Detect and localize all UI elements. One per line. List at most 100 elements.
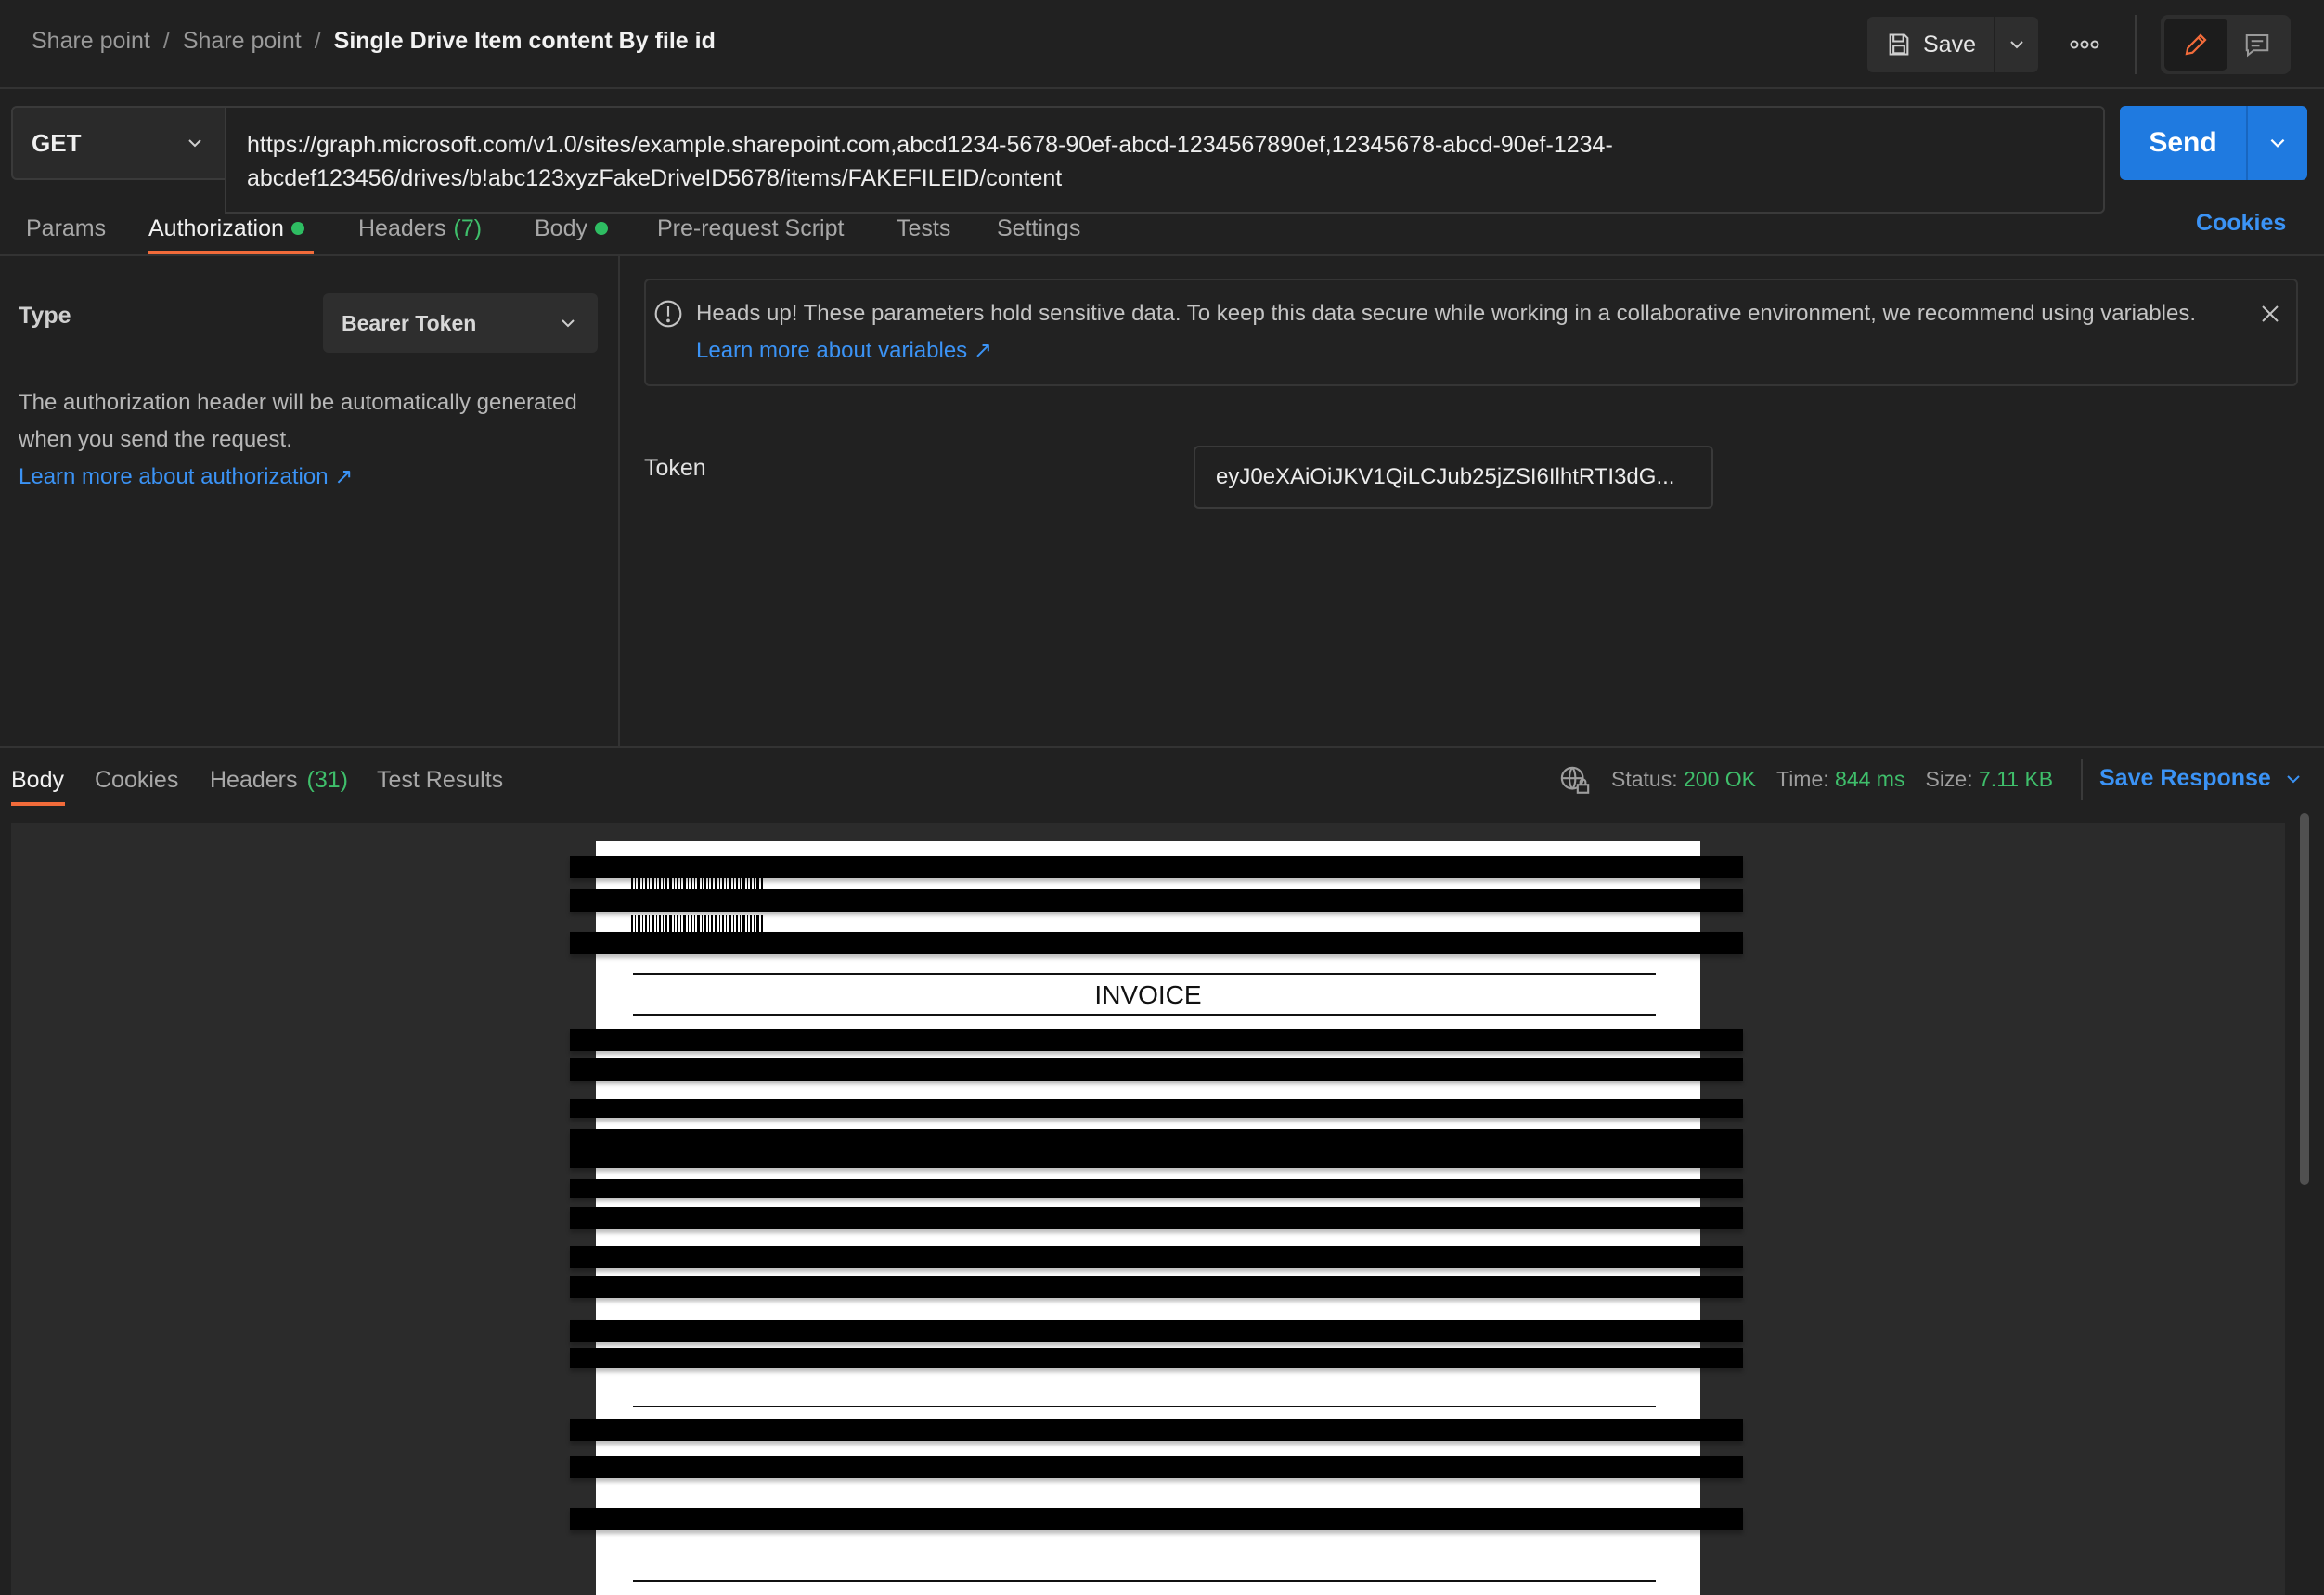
toolbar-divider <box>2135 15 2137 74</box>
size-value: 7.11 KB <box>1979 767 2054 791</box>
barcode-image <box>631 915 763 934</box>
breadcrumb: Share point / Share point / Single Drive… <box>32 28 716 55</box>
status-meta[interactable]: Status: 200 OK <box>1611 767 1756 792</box>
breadcrumb-item-workspace[interactable]: Share point <box>32 28 150 55</box>
tab-label: Test Results <box>377 767 504 793</box>
learn-more-variables-link[interactable]: Learn more about variables ↗ <box>696 338 992 363</box>
tab-body[interactable]: Body <box>535 210 608 247</box>
size-meta[interactable]: Size: 7.11 KB <box>1925 767 2053 792</box>
chevron-down-icon <box>559 314 577 332</box>
redaction-bar <box>570 1058 1743 1081</box>
auth-type-label: Type <box>19 303 71 329</box>
send-button[interactable]: Send <box>2120 106 2246 180</box>
response-tab-body[interactable]: Body <box>11 767 64 794</box>
cookies-link[interactable]: Cookies <box>2196 210 2286 237</box>
response-tab-headers[interactable]: Headers (31) <box>210 767 348 794</box>
redaction-bar <box>570 1099 1743 1118</box>
request-name[interactable]: Single Drive Item content By file id <box>334 28 716 55</box>
tab-label: Body <box>535 214 587 241</box>
send-button-group: Send <box>2120 106 2307 180</box>
active-tab-underline <box>11 802 65 806</box>
redaction-bar <box>570 1246 1743 1268</box>
warning-text: Heads up! These parameters hold sensitiv… <box>696 295 2227 370</box>
active-indicator-dot <box>290 222 304 235</box>
send-dropdown-button[interactable] <box>2246 106 2307 180</box>
save-response-button[interactable]: Save Response <box>2099 765 2303 792</box>
save-button[interactable]: Save <box>1867 17 1994 72</box>
warning-message: Heads up! These parameters hold sensitiv… <box>696 301 2196 326</box>
save-icon <box>1886 32 1912 58</box>
scrollbar-thumb[interactable] <box>2300 813 2309 1185</box>
tab-label: Params <box>26 214 107 241</box>
active-indicator-dot <box>594 222 608 235</box>
close-icon[interactable] <box>2259 303 2281 325</box>
edit-mode-button[interactable] <box>2164 19 2227 71</box>
chevron-down-icon <box>2284 770 2303 788</box>
url-input[interactable]: https://graph.microsoft.com/v1.0/sites/e… <box>225 106 2105 214</box>
chevron-down-icon <box>2267 133 2288 153</box>
redaction-bar <box>570 932 1743 954</box>
response-tab-cookies[interactable]: Cookies <box>95 767 178 794</box>
redaction-bar <box>570 1508 1743 1530</box>
tab-label: Authorization <box>148 214 284 241</box>
redaction-bar <box>570 1207 1743 1229</box>
mode-toggle <box>2161 15 2291 74</box>
chevron-down-icon <box>2008 35 2026 54</box>
rule <box>633 1580 1656 1582</box>
response-tab-test-results[interactable]: Test Results <box>377 767 503 794</box>
token-label: Token <box>644 455 706 481</box>
comments-button[interactable] <box>2227 19 2287 71</box>
pencil-icon <box>2182 31 2210 58</box>
save-button-group: Save <box>1867 17 2038 72</box>
save-response-label: Save Response <box>2099 765 2271 791</box>
tab-headers[interactable]: Headers (7) <box>358 210 482 247</box>
tab-label: Tests <box>897 214 951 241</box>
method-select[interactable]: GET <box>11 106 226 180</box>
tab-settings[interactable]: Settings <box>997 210 1080 247</box>
tab-authorization[interactable]: Authorization <box>148 210 304 247</box>
redaction-bar <box>570 1029 1743 1051</box>
breadcrumb-separator: / <box>162 28 170 54</box>
token-input[interactable]: eyJ0eXAiOiJKV1QiLCJub25jZSI6IlhtRTI3dG..… <box>1194 446 1713 509</box>
document-page: INVOICE <box>570 841 1743 1595</box>
redaction-bar <box>570 1129 1743 1168</box>
status-value: 200 OK <box>1684 767 1756 791</box>
redaction-bar <box>570 1179 1743 1198</box>
redaction-bar <box>570 889 1743 912</box>
tab-params[interactable]: Params <box>26 210 106 247</box>
save-label: Save <box>1923 31 1976 58</box>
status-label: Status: <box>1611 767 1678 791</box>
tab-label: Headers <box>358 214 446 241</box>
more-actions-button[interactable] <box>2062 26 2107 63</box>
auth-type-value: Bearer Token <box>342 310 477 335</box>
tab-label: Pre-request Script <box>657 214 845 241</box>
more-horizontal-icon <box>2070 39 2099 50</box>
comment-icon <box>2243 31 2271 58</box>
learn-more-authorization-link[interactable]: Learn more about authorization ↗ <box>19 464 353 489</box>
divider <box>2081 759 2083 800</box>
tab-tests[interactable]: Tests <box>897 210 950 247</box>
method-value: GET <box>32 128 82 157</box>
response-meta: Status: 200 OK Time: 844 ms Size: 7.11 K… <box>1611 767 2053 792</box>
redaction-bar <box>570 1348 1743 1368</box>
headers-count: (31) <box>306 767 348 793</box>
redaction-bar <box>570 1419 1743 1441</box>
tab-label: Cookies <box>95 767 179 793</box>
auth-description: The authorization header will be automat… <box>19 384 594 496</box>
breadcrumb-separator: / <box>314 28 321 54</box>
size-label: Size: <box>1925 767 1973 791</box>
chevron-down-icon <box>186 134 204 152</box>
auth-type-select[interactable]: Bearer Token <box>323 293 598 353</box>
rule <box>633 1406 1656 1407</box>
redaction-bar <box>570 1320 1743 1342</box>
tab-pre-request-script[interactable]: Pre-request Script <box>657 210 844 247</box>
tab-label: Settings <box>997 214 1081 241</box>
globe-lock-icon[interactable] <box>1559 765 1591 797</box>
time-label: Time: <box>1776 767 1829 791</box>
time-meta[interactable]: Time: 844 ms <box>1776 767 1904 792</box>
invoice-title: INVOICE <box>1094 980 1202 1009</box>
time-value: 844 ms <box>1835 767 1905 791</box>
request-tabs: Params Authorization Headers (7) Body Pr… <box>0 206 2324 256</box>
breadcrumb-item-collection[interactable]: Share point <box>183 28 302 55</box>
save-dropdown-button[interactable] <box>1994 17 2038 72</box>
